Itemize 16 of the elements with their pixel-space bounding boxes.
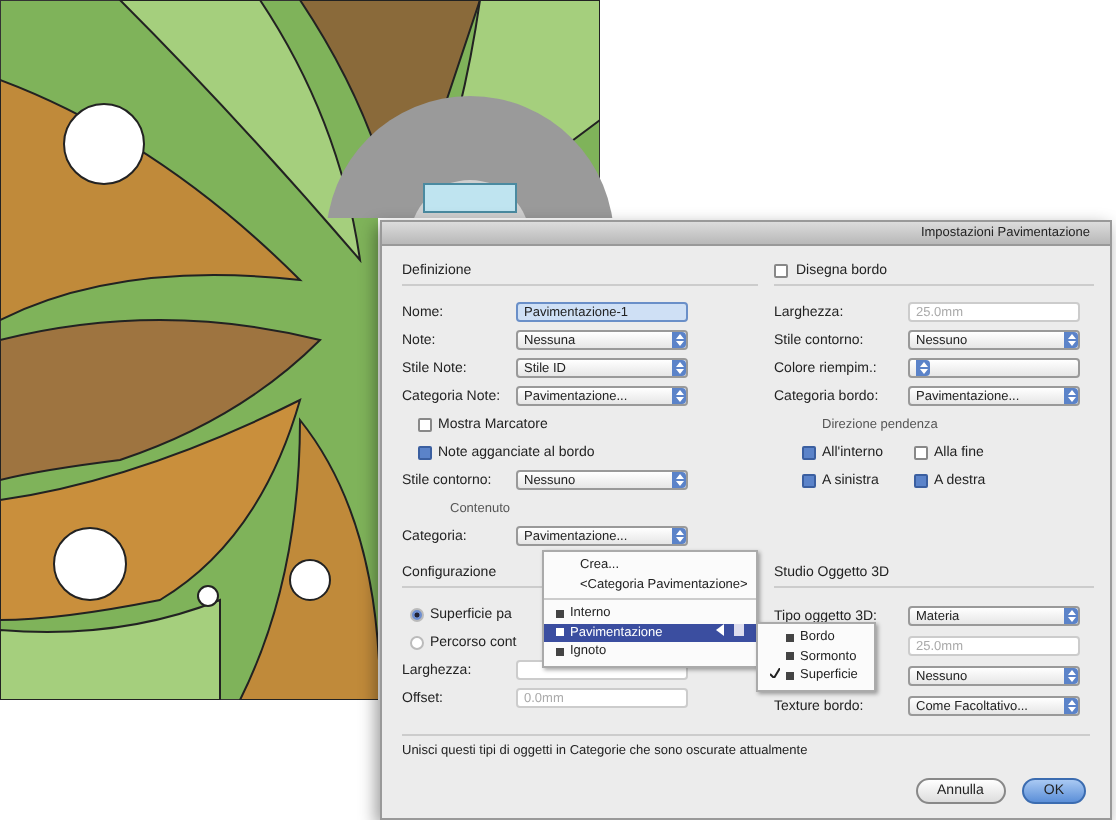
radio-button[interactable] [410, 607, 424, 621]
square-icon [786, 671, 794, 680]
checkbox[interactable] [774, 264, 788, 278]
category-icon [556, 647, 564, 656]
radio-button[interactable] [410, 635, 424, 649]
checkbox[interactable] [802, 473, 816, 487]
checkbox[interactable] [802, 445, 816, 459]
category-icon [556, 609, 564, 618]
square-icon [786, 652, 794, 661]
category-icon [556, 628, 564, 637]
checkbox[interactable] [914, 445, 928, 459]
dropdown[interactable] [908, 358, 1080, 378]
checkbox[interactable] [418, 417, 432, 431]
checkbox[interactable] [914, 473, 928, 487]
checkbox[interactable] [418, 445, 432, 459]
square-icon [786, 633, 794, 642]
